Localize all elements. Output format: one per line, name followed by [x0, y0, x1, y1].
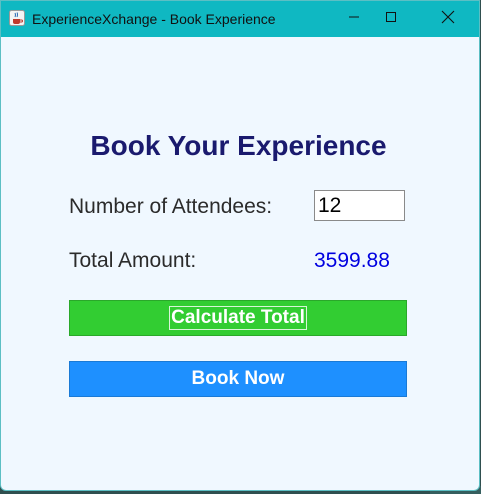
- maximize-icon: [385, 10, 397, 28]
- window-title: ExperienceXchange - Book Experience: [32, 11, 276, 27]
- close-icon: [441, 10, 455, 29]
- minimize-icon: [348, 10, 360, 28]
- app-window: ExperienceXchange - Book Experience Book…: [0, 0, 480, 491]
- close-button[interactable]: [425, 1, 471, 37]
- book-now-label: Book Now: [191, 368, 285, 389]
- calculate-total-label: Calculate Total: [169, 306, 307, 330]
- maximize-button[interactable]: [368, 1, 414, 37]
- book-now-button[interactable]: Book Now: [69, 361, 407, 397]
- attendees-label: Number of Attendees:: [69, 195, 273, 218]
- attendees-field[interactable]: [314, 190, 405, 221]
- calculate-total-button[interactable]: Calculate Total: [69, 300, 407, 336]
- java-cup-icon: [9, 10, 25, 26]
- total-amount-label: Total Amount:: [69, 249, 197, 272]
- page-title: Book Your Experience: [90, 130, 387, 161]
- title-bar[interactable]: ExperienceXchange - Book Experience: [1, 1, 479, 37]
- total-amount-value: 3599.88: [314, 249, 390, 272]
